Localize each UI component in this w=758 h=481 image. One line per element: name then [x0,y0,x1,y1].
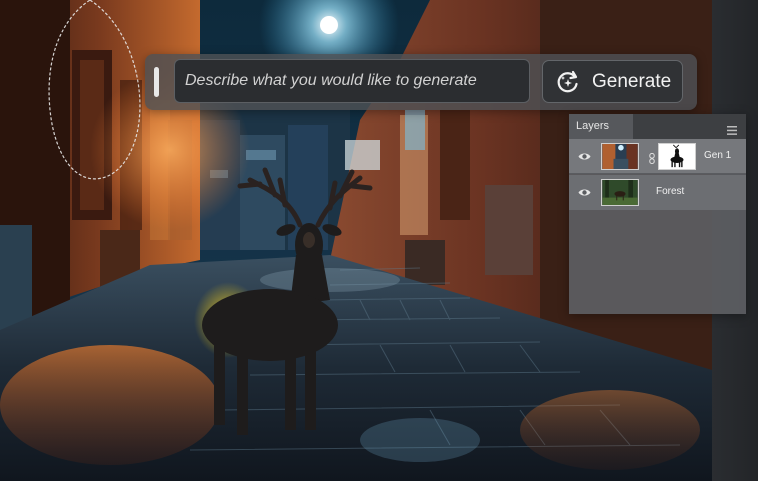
link-icon[interactable] [649,151,655,164]
panel-menu-icon[interactable] [727,122,737,135]
eye-icon[interactable] [578,186,591,199]
layer-mask-thumbnail[interactable] [658,143,696,170]
layer-row-gen-1[interactable]: Gen 1 [569,139,746,174]
layer-name: Forest [656,186,685,197]
sparkle-refresh-icon [555,69,581,95]
photo-editor-canvas: Generate Layers [0,0,758,481]
generate-button-label: Generate [592,70,672,92]
layer-thumbnail [601,143,639,170]
prompt-input[interactable] [174,59,530,103]
drag-handle[interactable] [154,67,159,97]
layers-tab[interactable]: Layers [569,114,633,139]
eye-icon[interactable] [578,150,591,163]
layer-name: Gen 1 [704,150,732,161]
layers-panel-header: Layers [569,114,746,139]
layers-panel: Layers Gen 1 Forest [569,114,746,314]
layer-row-forest[interactable]: Forest [569,175,746,210]
layer-thumbnail [601,179,639,206]
generate-button[interactable]: Generate [542,60,683,103]
generative-fill-bar: Generate [145,54,697,110]
